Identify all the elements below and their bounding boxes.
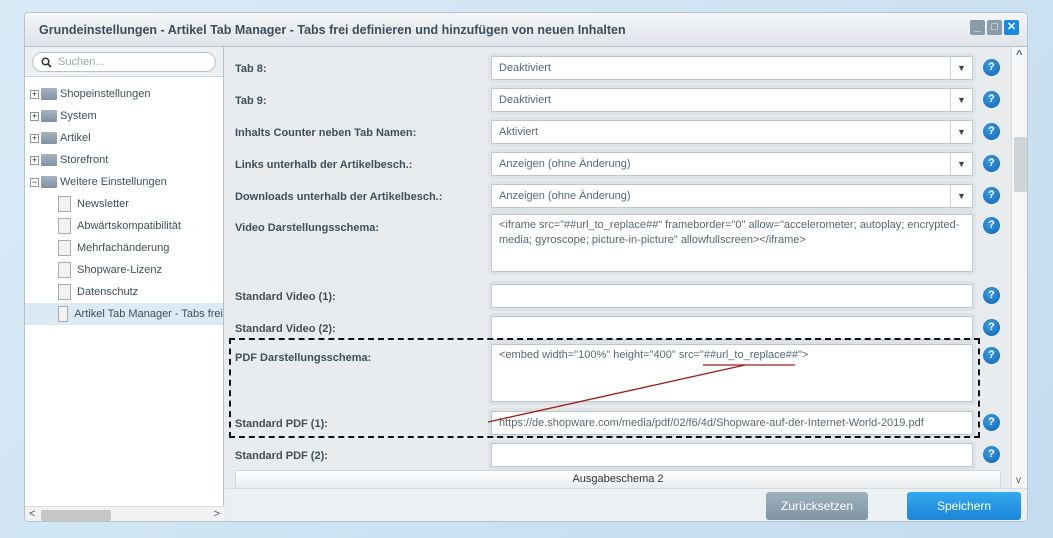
annotation-arrow <box>487 364 795 423</box>
